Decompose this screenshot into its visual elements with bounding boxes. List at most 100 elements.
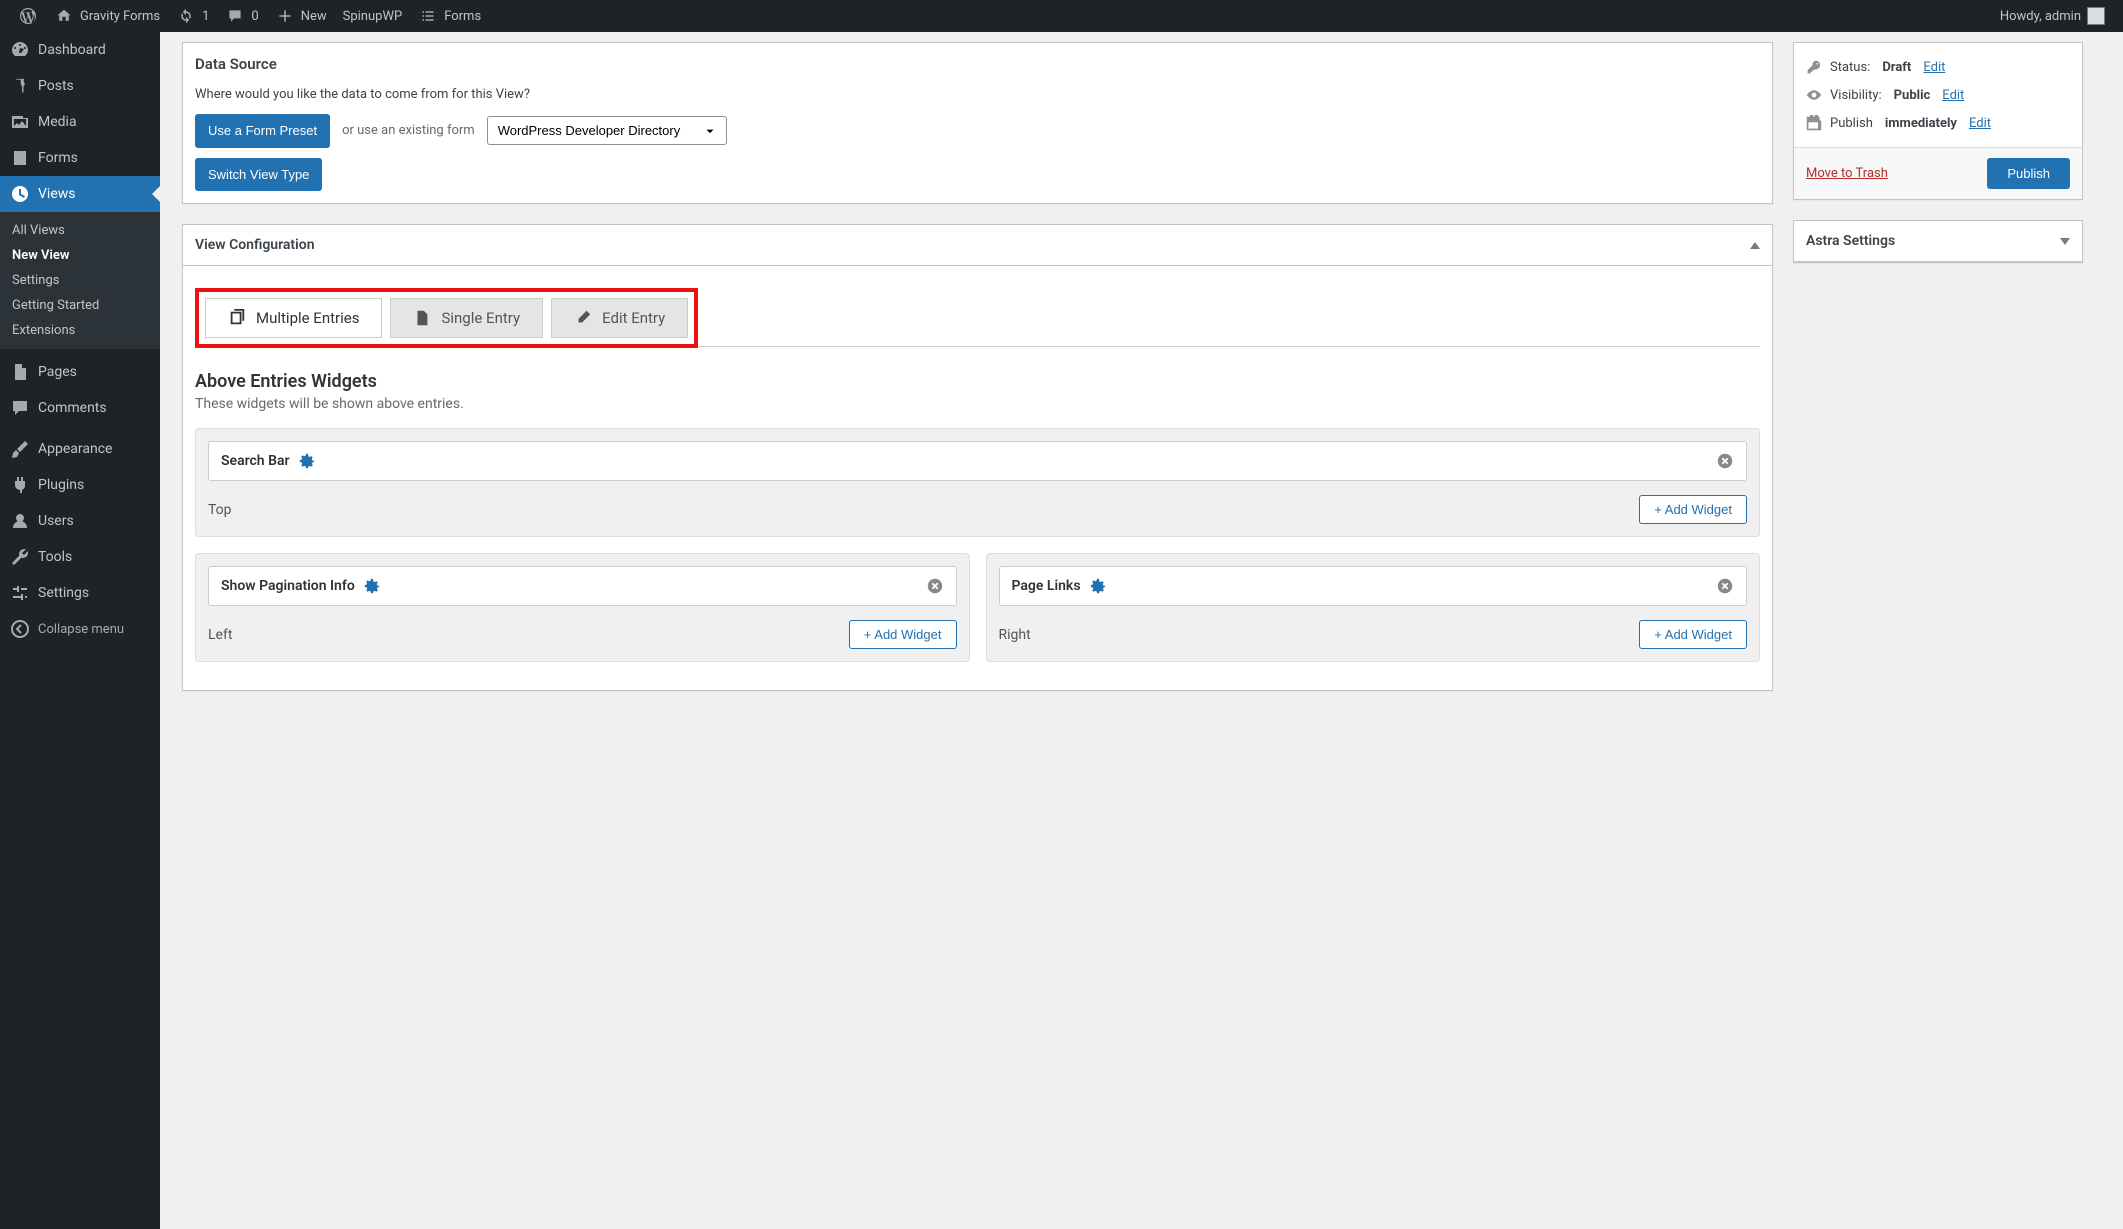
edit-icon xyxy=(574,309,592,327)
sidebar-item-forms[interactable]: Forms xyxy=(0,140,160,176)
move-to-trash-link[interactable]: Move to Trash xyxy=(1806,166,1888,181)
sidebar-item-label: Forms xyxy=(38,150,78,166)
sidebar-item-settings[interactable]: Settings xyxy=(0,575,160,611)
widget-search-bar[interactable]: Search Bar xyxy=(208,441,1747,481)
admin-menu: Dashboard Posts Media Forms Views All ViewsNe… xyxy=(0,32,160,1229)
visibility-row: Visibility: Public Edit xyxy=(1806,81,2070,109)
astra-heading-row[interactable]: Astra Settings xyxy=(1794,221,2082,262)
sidebar-item-tools[interactable]: Tools xyxy=(0,539,160,575)
sidebar-item-label: Tools xyxy=(38,549,72,565)
sidebar-item-label: Plugins xyxy=(38,477,84,493)
view-config-heading-row[interactable]: View Configuration xyxy=(183,225,1772,266)
submenu-item-all-views[interactable]: All Views xyxy=(0,218,160,243)
views-icon xyxy=(10,184,30,204)
add-widget-top-button[interactable]: + Add Widget xyxy=(1639,495,1747,524)
updates-link[interactable]: 1 xyxy=(168,0,217,32)
sidebar-item-label: Appearance xyxy=(38,441,112,457)
collapse-menu-button[interactable]: Collapse menu xyxy=(0,611,160,647)
sidebar-item-appearance[interactable]: Appearance xyxy=(0,431,160,467)
zone-right-label: Right xyxy=(999,627,1031,643)
astra-settings-box: Astra Settings xyxy=(1793,220,2083,263)
add-widget-left-button[interactable]: + Add Widget xyxy=(849,620,957,649)
close-icon[interactable] xyxy=(1716,577,1734,595)
gear-icon[interactable] xyxy=(363,577,381,595)
user-icon xyxy=(10,511,30,531)
wp-logo[interactable] xyxy=(10,0,46,32)
close-icon[interactable] xyxy=(926,577,944,595)
forms-icon xyxy=(10,148,30,168)
sidebar-item-media[interactable]: Media xyxy=(0,104,160,140)
gear-icon[interactable] xyxy=(1089,577,1107,595)
add-widget-right-button[interactable]: + Add Widget xyxy=(1639,620,1747,649)
sidebar-item-views[interactable]: Views xyxy=(0,176,160,212)
use-form-preset-button[interactable]: Use a Form Preset xyxy=(195,114,330,148)
publish-button[interactable]: Publish xyxy=(1987,158,2070,189)
media-icon xyxy=(10,112,30,132)
view-config-box: View Configuration Multiple Entries Sing… xyxy=(182,224,1773,691)
sidebar-item-dashboard[interactable]: Dashboard xyxy=(0,32,160,68)
edit-status-link[interactable]: Edit xyxy=(1923,60,1945,75)
site-name-link[interactable]: Gravity Forms xyxy=(46,0,168,32)
widget-page-links[interactable]: Page Links xyxy=(999,566,1748,606)
collapse-toggle-icon xyxy=(1750,242,1760,249)
tab-multiple-entries[interactable]: Multiple Entries xyxy=(205,298,382,338)
forms-link[interactable]: Forms xyxy=(410,0,489,32)
status-row: Status: Draft Edit xyxy=(1806,53,2070,81)
datasource-heading: Data Source xyxy=(195,55,1760,73)
sidebar-item-pages[interactable]: Pages xyxy=(0,354,160,390)
submenu-item-getting-started[interactable]: Getting Started xyxy=(0,293,160,318)
eye-icon xyxy=(1806,87,1822,103)
wrench-icon xyxy=(10,547,30,567)
publish-box: Status: Draft Edit Visibility: Public Ed… xyxy=(1793,42,2083,200)
tab-single-entry[interactable]: Single Entry xyxy=(390,298,543,338)
zone-right: Page Links Right + Add Widget xyxy=(986,553,1761,662)
submenu-item-new-view[interactable]: New View xyxy=(0,243,160,268)
above-entries-title: Above Entries Widgets xyxy=(195,371,1760,392)
switch-view-type-button[interactable]: Switch View Type xyxy=(195,158,322,192)
tab-edit-entry[interactable]: Edit Entry xyxy=(551,298,688,338)
spinupwp-link[interactable]: SpinupWP xyxy=(335,0,411,32)
plug-icon xyxy=(10,475,30,495)
brush-icon xyxy=(10,439,30,459)
sidebar-item-label: Views xyxy=(38,186,76,202)
edit-publish-link[interactable]: Edit xyxy=(1969,116,1991,131)
collapse-toggle-icon xyxy=(2060,238,2070,245)
sidebar-item-label: Dashboard xyxy=(38,42,106,58)
admin-bar: Gravity Forms 1 0 New SpinupWP Forms How… xyxy=(0,0,2123,32)
sidebar-item-label: Comments xyxy=(38,400,107,416)
or-text: or use an existing form xyxy=(342,123,475,138)
file-icon xyxy=(413,309,431,327)
sidebar-item-comments[interactable]: Comments xyxy=(0,390,160,426)
sidebar-item-label: Media xyxy=(38,114,77,130)
edit-visibility-link[interactable]: Edit xyxy=(1942,88,1964,103)
form-select[interactable]: WordPress Developer Directory xyxy=(487,116,727,145)
my-account-link[interactable]: Howdy, admin xyxy=(1992,0,2113,32)
sidebar-item-label: Posts xyxy=(38,78,74,94)
submenu-item-settings[interactable]: Settings xyxy=(0,268,160,293)
gear-icon[interactable] xyxy=(298,452,316,470)
above-entries-sub: These widgets will be shown above entrie… xyxy=(195,396,1760,412)
copy-icon xyxy=(228,309,246,327)
sliders-icon xyxy=(10,583,30,603)
close-icon[interactable] xyxy=(1716,452,1734,470)
key-icon xyxy=(1806,59,1822,75)
sidebar-item-users[interactable]: Users xyxy=(0,503,160,539)
calendar-icon xyxy=(1806,115,1822,131)
datasource-box: Data Source Where would you like the dat… xyxy=(182,42,1773,204)
submenu-item-extensions[interactable]: Extensions xyxy=(0,318,160,343)
sidebar-item-label: Pages xyxy=(38,364,77,380)
widget-pagination-info[interactable]: Show Pagination Info xyxy=(208,566,957,606)
datasource-prompt: Where would you like the data to come fr… xyxy=(195,87,1760,102)
howdy-text: Howdy, admin xyxy=(2000,9,2081,24)
sidebar-item-plugins[interactable]: Plugins xyxy=(0,467,160,503)
sidebar-item-posts[interactable]: Posts xyxy=(0,68,160,104)
dashboard-icon xyxy=(10,40,30,60)
pin-icon xyxy=(10,76,30,96)
avatar xyxy=(2087,7,2105,25)
publish-date-row: Publish immediately Edit xyxy=(1806,109,2070,137)
view-tabs-highlight: Multiple Entries Single Entry Edit Entry xyxy=(195,288,698,348)
zone-left: Show Pagination Info Left + Add Widget xyxy=(195,553,970,662)
new-content-link[interactable]: New xyxy=(267,0,335,32)
comments-link[interactable]: 0 xyxy=(217,0,266,32)
zone-top-label: Top xyxy=(208,502,232,518)
